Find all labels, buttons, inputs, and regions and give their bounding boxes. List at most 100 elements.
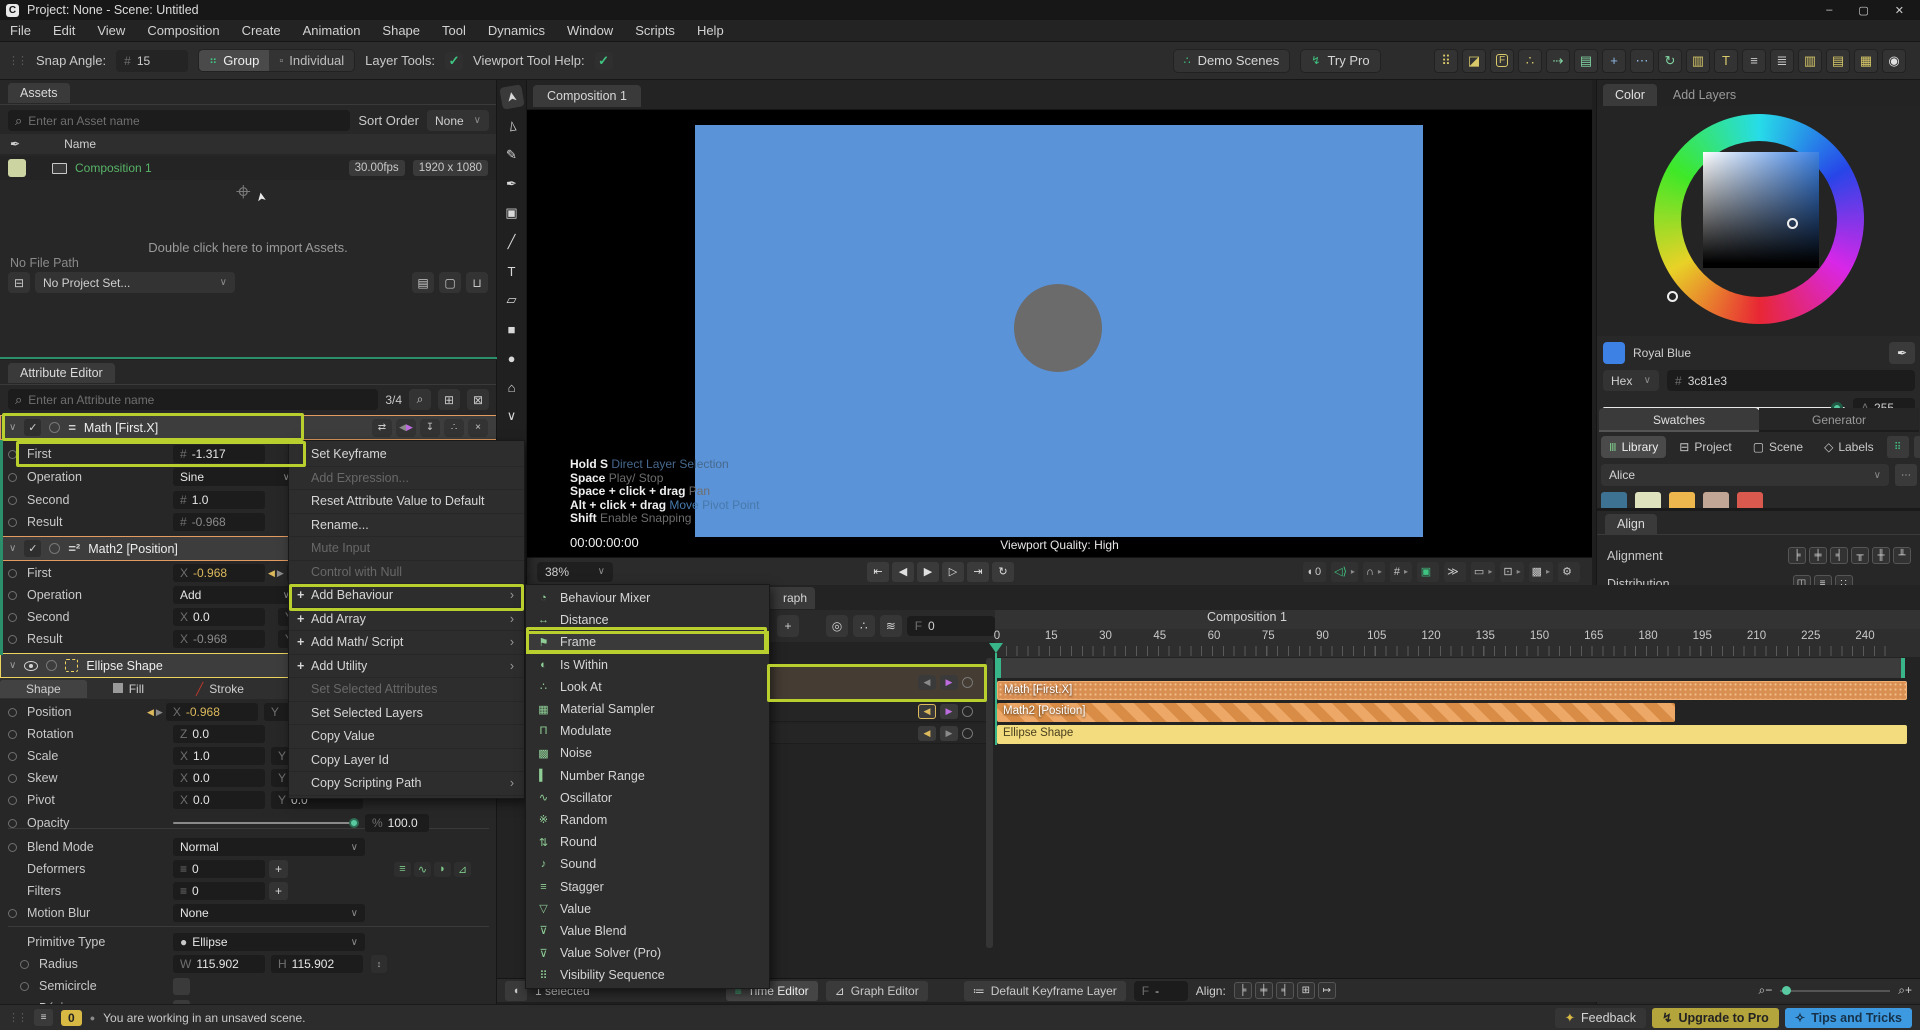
menu-item[interactable]: Scripts: [635, 23, 675, 38]
asset-color-swatch[interactable]: [8, 159, 26, 177]
import-hint[interactable]: Double click here to import Assets.: [0, 240, 496, 255]
layer-bar[interactable]: Math2 [Position]: [997, 703, 1675, 722]
context-menu-item[interactable]: + Add Utility ›: [289, 655, 524, 678]
hex-input[interactable]: #3c81e3: [1667, 370, 1915, 391]
scale-x-field[interactable]: X 1.0: [173, 747, 265, 765]
blend-mode-select[interactable]: Normal ∨: [173, 838, 365, 856]
palette-swatch[interactable]: [1669, 492, 1695, 508]
list-view-button[interactable]: ≡: [1913, 436, 1920, 458]
context-menu-item[interactable]: Add Expression...: [289, 467, 524, 490]
group-mode-button[interactable]: ⠶ Group: [199, 50, 270, 71]
tab-color[interactable]: Color: [1603, 84, 1657, 106]
layer-tools-checkbox[interactable]: ✓: [445, 51, 464, 70]
palette-swatch[interactable]: [1703, 492, 1729, 508]
go-to-end-icon[interactable]: ⇥: [967, 561, 989, 582]
tab-stroke[interactable]: ╱ Stroke: [170, 680, 270, 698]
grid-icon[interactable]: # ▸: [1389, 561, 1412, 582]
particles-icon[interactable]: ∴: [1518, 48, 1542, 73]
work-area-range[interactable]: [997, 658, 1905, 678]
tab-shape[interactable]: Shape: [0, 679, 87, 698]
try-pro-button[interactable]: ↯ Try Pro: [1300, 48, 1381, 73]
pick-attribute-button[interactable]: ⌕: [409, 389, 431, 410]
trail-arrow-icon[interactable]: ⇢: [1546, 48, 1570, 73]
pivot-x-field[interactable]: X 0.0: [173, 791, 265, 809]
submenu-item[interactable]: ▩ Noise: [526, 742, 769, 764]
magic-ease-icon[interactable]: ∴: [852, 615, 875, 637]
frame-bounds-icon[interactable]: ▭ ▸: [1470, 561, 1496, 582]
line-tool[interactable]: ╱: [501, 231, 523, 253]
menu-item[interactable]: Window: [567, 23, 613, 38]
current-color-swatch[interactable]: [1603, 342, 1625, 364]
settings-gear-icon[interactable]: ⚙: [1558, 561, 1580, 582]
timeline-zoom-slider[interactable]: [1780, 985, 1891, 995]
palette-swatch[interactable]: [1601, 492, 1627, 508]
upgrade-to-pro-button[interactable]: ↯ Upgrade to Pro: [1651, 1007, 1779, 1028]
camera-icon[interactable]: ◉: [1882, 48, 1906, 73]
radius-h-field[interactable]: H 115.902: [271, 955, 363, 973]
ellipse-tool[interactable]: ●: [501, 347, 523, 369]
project-set-select[interactable]: No Project Set... ∨: [35, 272, 235, 293]
panel-divider[interactable]: [0, 357, 497, 359]
align-v-top-icon[interactable]: ╥: [1851, 547, 1869, 564]
link-stepper-icon[interactable]: ↕: [371, 955, 387, 973]
submenu-item[interactable]: ≡ Stagger: [526, 875, 769, 897]
graph-toggle-icon[interactable]: ⇄: [372, 418, 392, 437]
menu-item[interactable]: Tool: [442, 23, 466, 38]
pin-icon[interactable]: ↧: [420, 418, 440, 437]
gantt-icon[interactable]: ≡: [1742, 48, 1766, 73]
go-to-start-icon[interactable]: ⇤: [867, 561, 889, 582]
labels-button[interactable]: ◇ Labels: [1816, 436, 1882, 458]
palette-swatch[interactable]: [1635, 492, 1661, 508]
tips-and-tricks-button[interactable]: ✧ Tips and Tricks: [1784, 1007, 1912, 1028]
filters-field[interactable]: ≡ 0: [173, 882, 265, 900]
menu-item[interactable]: File: [10, 23, 31, 38]
deformers-field[interactable]: ≡ 0: [173, 860, 265, 878]
align-h-left-icon[interactable]: ╞: [1788, 547, 1806, 564]
polygon-tool[interactable]: ⌂: [501, 376, 523, 398]
semicircle-checkbox[interactable]: ✓: [173, 977, 190, 995]
context-menu-item[interactable]: Rename...: [289, 514, 524, 537]
submenu-item[interactable]: ※ Random: [526, 809, 769, 831]
graph-editor-button[interactable]: ⊿ Graph Editor: [825, 980, 928, 1001]
panels-icon[interactable]: ▣: [1416, 561, 1439, 582]
next-keyframe-icon[interactable]: ▶: [940, 675, 958, 690]
submenu-item[interactable]: ∿ Oscillator: [526, 787, 769, 809]
saturation-value-square[interactable]: [1703, 152, 1819, 268]
layer-bar[interactable]: Ellipse Shape: [997, 725, 1907, 744]
dots-grid-icon[interactable]: ⠿: [1434, 48, 1458, 73]
maximize-button[interactable]: ▢: [1858, 4, 1868, 17]
tab-swatches[interactable]: Swatches: [1599, 408, 1759, 432]
timeline-ruler[interactable]: 0 15 30 45 60 75 90 105 120 135 150 165 180 195 210 225…: [994, 629, 1920, 657]
asset-search-input[interactable]: ⌕: [8, 110, 351, 131]
menu-item[interactable]: Animation: [303, 23, 361, 38]
palette-select[interactable]: Alice ∨: [1601, 464, 1889, 486]
dots-ellipsis-icon[interactable]: ⋯: [1630, 48, 1654, 73]
context-menu-item[interactable]: Control with Null: [289, 561, 524, 584]
next-keyframe-icon[interactable]: ▶: [940, 726, 958, 741]
next-keyframe-icon[interactable]: ▶: [940, 704, 958, 719]
menu-item[interactable]: Composition: [147, 23, 219, 38]
menu-item[interactable]: Shape: [382, 23, 420, 38]
attribute-search-input[interactable]: ⌕: [8, 389, 379, 410]
palette-more-button[interactable]: ⋯: [1895, 464, 1917, 486]
menu-item[interactable]: Edit: [53, 23, 75, 38]
operation2-select[interactable]: Add ∨: [173, 586, 297, 604]
submenu-item[interactable]: ⇅ Round: [526, 831, 769, 853]
default-keyframe-layer-select[interactable]: ≔ Default Keyframe Layer: [963, 980, 1126, 1001]
add-attribute-button[interactable]: ⊞: [438, 389, 460, 410]
sort-order-select[interactable]: None ∨: [427, 110, 489, 131]
cube-icon[interactable]: ◪: [1462, 48, 1486, 73]
second-value-field[interactable]: #1.0: [173, 491, 265, 509]
submenu-item[interactable]: ▽ Value: [526, 898, 769, 920]
message-count-badge[interactable]: 0: [61, 1009, 82, 1026]
rows-icon[interactable]: ▤: [1826, 48, 1850, 73]
prev-keyframe-icon[interactable]: ◀: [918, 675, 936, 690]
open-folder-button[interactable]: ▤: [412, 272, 434, 293]
brush-tool[interactable]: ✎: [501, 144, 523, 166]
tab-generator[interactable]: Generator: [1759, 408, 1919, 432]
first-value-field[interactable]: # -1.317: [173, 445, 265, 463]
tab-fill[interactable]: Fill: [87, 680, 170, 698]
filmstrip-icon[interactable]: ▥: [1686, 48, 1710, 73]
deformer-corner-icon[interactable]: ⊿: [454, 861, 471, 877]
hex-mode-select[interactable]: Hex ∨: [1603, 370, 1659, 391]
